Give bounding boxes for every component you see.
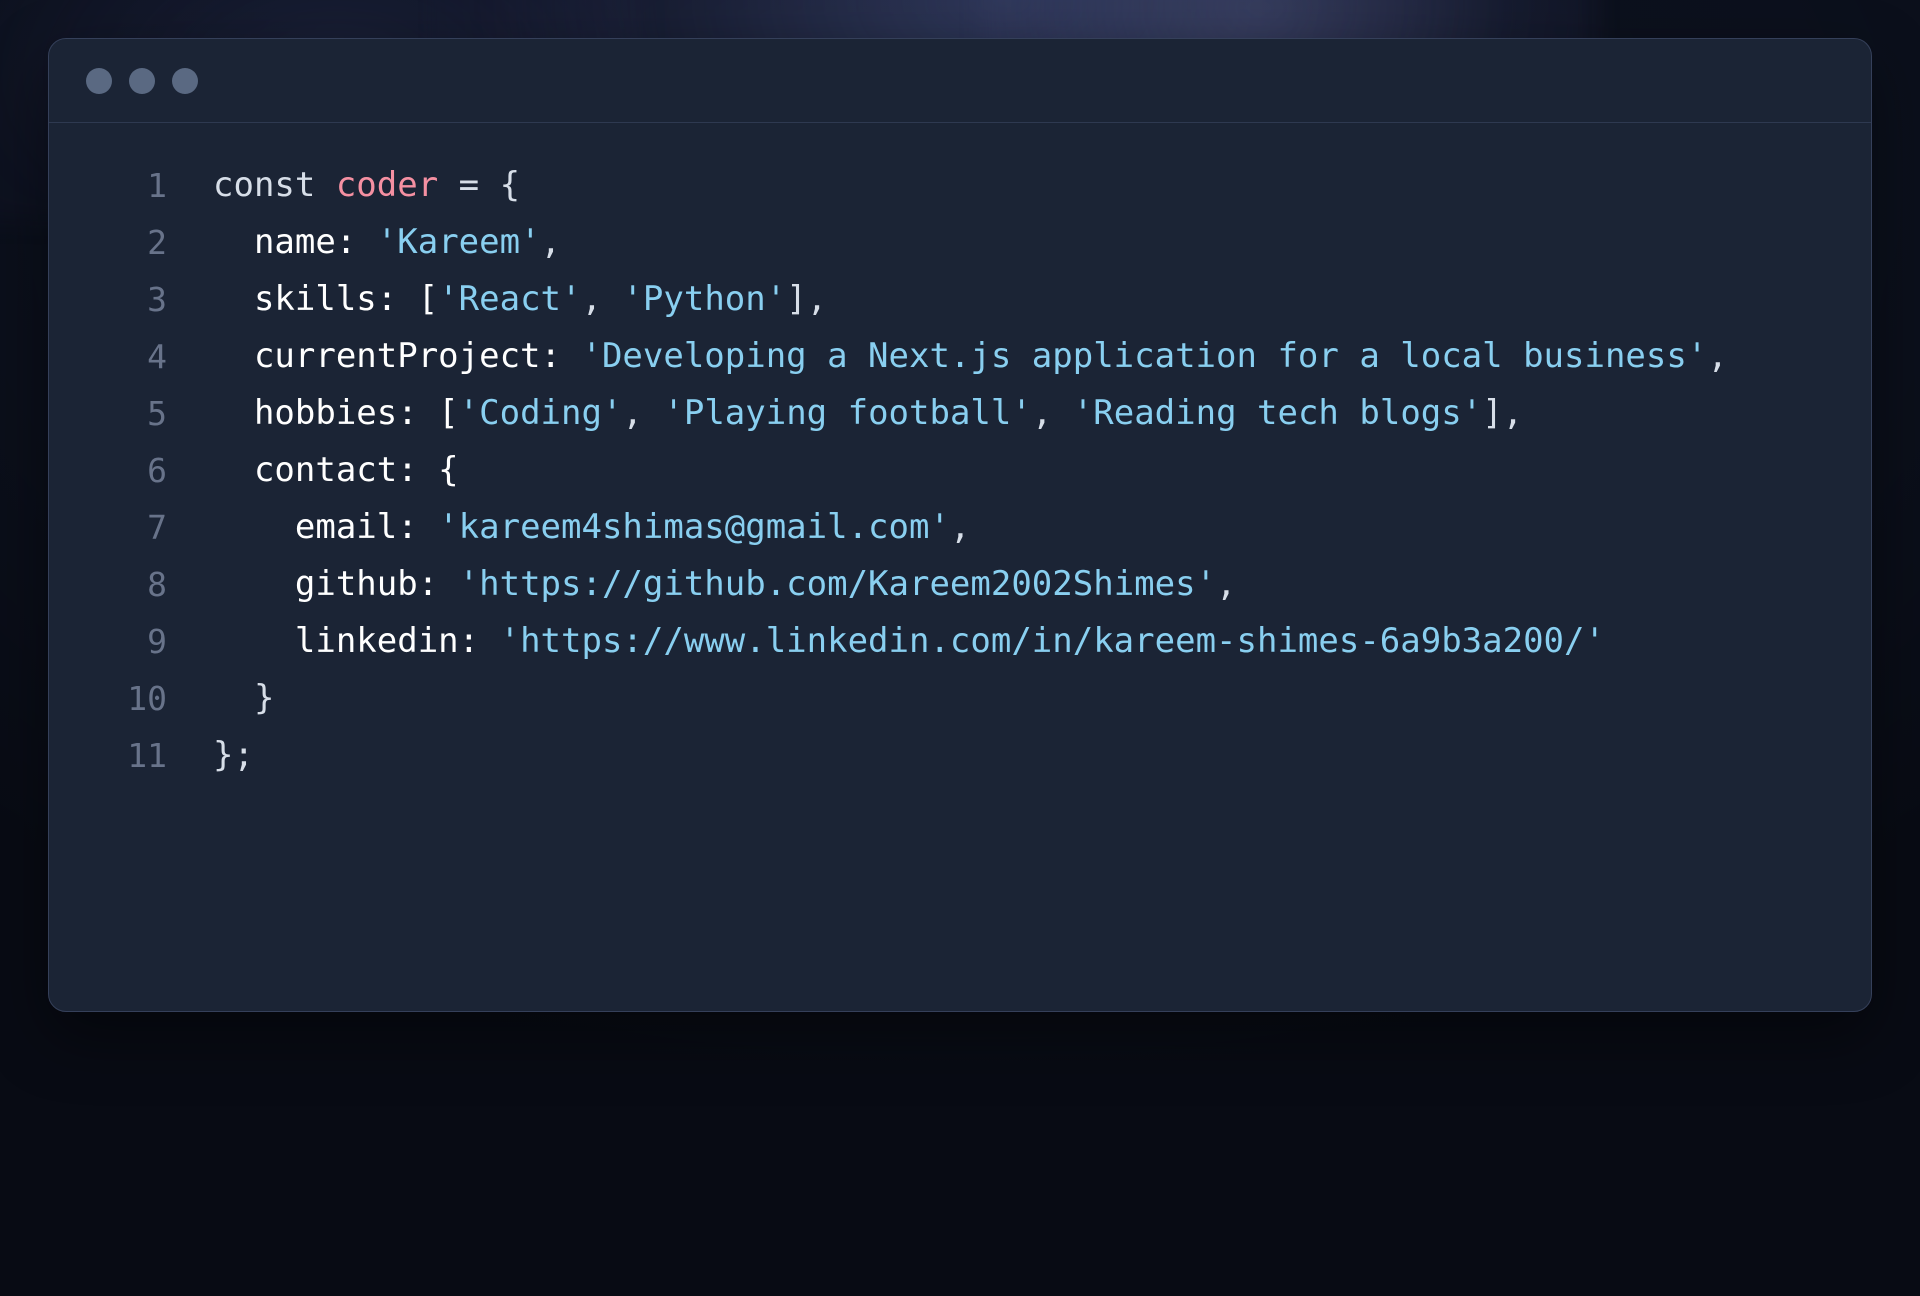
code-line: 10 } bbox=[49, 670, 1871, 727]
code-token-str: 'https://www.linkedin.com/in/kareem-shim… bbox=[500, 621, 1605, 661]
line-number: 1 bbox=[49, 157, 167, 214]
code-token-punc: = { bbox=[438, 165, 520, 205]
code-token-str: 'Coding' bbox=[459, 393, 623, 433]
code-line-content: linkedin: 'https://www.linkedin.com/in/k… bbox=[167, 613, 1871, 670]
line-number: 11 bbox=[49, 727, 167, 784]
code-token-str: 'kareem4shimas@gmail.com' bbox=[438, 507, 950, 547]
code-line: 4 currentProject: 'Developing a Next.js … bbox=[49, 328, 1871, 385]
code-token-str: 'Python' bbox=[622, 279, 786, 319]
line-number: 3 bbox=[49, 271, 167, 328]
code-line: 6 contact: { bbox=[49, 442, 1871, 499]
code-line: 1const coder = { bbox=[49, 157, 1871, 214]
code-token-punc: ], bbox=[786, 279, 827, 319]
code-line: 9 linkedin: 'https://www.linkedin.com/in… bbox=[49, 613, 1871, 670]
code-line-content: }; bbox=[167, 727, 1871, 784]
code-token-punc: , bbox=[541, 222, 561, 262]
code-token-prop: hobbies: [ bbox=[213, 393, 459, 433]
code-line: 3 skills: ['React', 'Python'], bbox=[49, 271, 1871, 328]
code-line-content: const coder = { bbox=[167, 157, 1871, 214]
line-number: 5 bbox=[49, 385, 167, 442]
code-token-prop: skills: [ bbox=[213, 279, 438, 319]
code-token-punc: , bbox=[581, 279, 622, 319]
line-number: 6 bbox=[49, 442, 167, 499]
line-number: 10 bbox=[49, 670, 167, 727]
code-line: 7 email: 'kareem4shimas@gmail.com', bbox=[49, 499, 1871, 556]
code-token-kw: const bbox=[213, 165, 336, 205]
line-number: 8 bbox=[49, 556, 167, 613]
code-token-punc: ], bbox=[1482, 393, 1523, 433]
code-token-prop: name: bbox=[213, 222, 377, 262]
code-line-content: github: 'https://github.com/Kareem2002Sh… bbox=[167, 556, 1871, 613]
code-token-str: 'Reading tech blogs' bbox=[1073, 393, 1482, 433]
code-token-punc: , bbox=[1707, 336, 1727, 376]
code-token-punc: , bbox=[1032, 393, 1073, 433]
code-line-content: hobbies: ['Coding', 'Playing football', … bbox=[167, 385, 1871, 442]
code-line: 2 name: 'Kareem', bbox=[49, 214, 1871, 271]
code-line-content: email: 'kareem4shimas@gmail.com', bbox=[167, 499, 1871, 556]
code-token-punc: , bbox=[950, 507, 970, 547]
code-token-str: 'Developing a Next.js application for a … bbox=[581, 336, 1707, 376]
window-dot-minimize-icon[interactable] bbox=[129, 68, 155, 94]
code-token-str: 'Playing football' bbox=[663, 393, 1031, 433]
window-dot-maximize-icon[interactable] bbox=[172, 68, 198, 94]
line-number: 2 bbox=[49, 214, 167, 271]
line-number: 4 bbox=[49, 328, 167, 385]
code-line-content: } bbox=[167, 670, 1871, 727]
line-number: 7 bbox=[49, 499, 167, 556]
code-token-prop: github: bbox=[213, 564, 459, 604]
code-token-prop: currentProject: bbox=[213, 336, 581, 376]
code-line-content: currentProject: 'Developing a Next.js ap… bbox=[167, 328, 1871, 385]
code-line: 11}; bbox=[49, 727, 1871, 784]
code-token-punc: } bbox=[213, 678, 274, 718]
line-number: 9 bbox=[49, 613, 167, 670]
code-token-punc: }; bbox=[213, 735, 254, 775]
code-line-content: name: 'Kareem', bbox=[167, 214, 1871, 271]
code-token-prop: linkedin: bbox=[213, 621, 500, 661]
code-window: 1const coder = {2 name: 'Kareem',3 skill… bbox=[48, 38, 1872, 1012]
code-line: 5 hobbies: ['Coding', 'Playing football'… bbox=[49, 385, 1871, 442]
code-token-punc: , bbox=[1216, 564, 1236, 604]
code-token-punc: , bbox=[622, 393, 663, 433]
code-line: 8 github: 'https://github.com/Kareem2002… bbox=[49, 556, 1871, 613]
code-token-str: 'Kareem' bbox=[377, 222, 541, 262]
code-token-prop: email: bbox=[213, 507, 438, 547]
code-editor-area[interactable]: 1const coder = {2 name: 'Kareem',3 skill… bbox=[49, 123, 1871, 784]
code-token-str: 'https://github.com/Kareem2002Shimes' bbox=[459, 564, 1216, 604]
code-block: 1const coder = {2 name: 'Kareem',3 skill… bbox=[49, 157, 1871, 784]
code-line-content: contact: { bbox=[167, 442, 1871, 499]
window-dot-close-icon[interactable] bbox=[86, 68, 112, 94]
code-token-str: 'React' bbox=[438, 279, 581, 319]
code-token-var: coder bbox=[336, 165, 438, 205]
code-line-content: skills: ['React', 'Python'], bbox=[167, 271, 1871, 328]
code-token-prop: contact: { bbox=[213, 450, 459, 490]
window-titlebar bbox=[49, 39, 1871, 123]
